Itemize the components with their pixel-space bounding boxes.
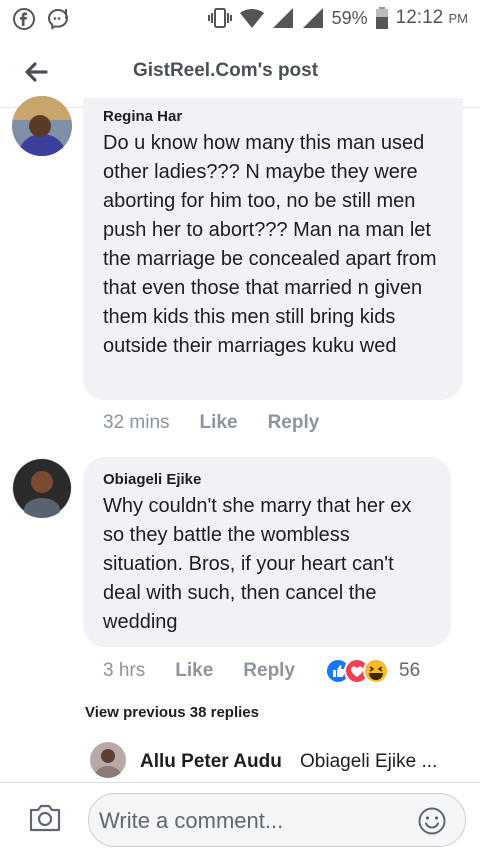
comment-text: Why couldn't she marry that her ex so th… xyxy=(103,495,412,633)
view-previous-replies-link[interactable]: View previous 38 replies xyxy=(85,704,259,721)
avatar-regina[interactable] xyxy=(12,96,72,156)
battery-percent: 59% xyxy=(331,7,368,28)
reply-button[interactable]: Reply xyxy=(243,660,295,682)
comment-composer: Write a comment... xyxy=(0,782,480,854)
comment-author[interactable]: Obiageli Ejike xyxy=(103,471,435,488)
comment-actions-regina: 32 mins Like Reply xyxy=(103,412,349,434)
clock: 12:12 PM xyxy=(396,7,468,29)
battery-icon xyxy=(375,7,388,29)
comment-time: 32 mins xyxy=(103,412,170,433)
camera-icon[interactable] xyxy=(28,803,62,833)
reply-preview[interactable]: Allu Peter Audu Obiageli Ejike ... xyxy=(90,742,480,782)
reply-avatar[interactable] xyxy=(90,742,126,778)
back-arrow-icon[interactable] xyxy=(20,56,52,88)
wifi-icon xyxy=(239,9,264,28)
reply-button[interactable]: Reply xyxy=(268,412,320,434)
comment-input-placeholder: Write a comment... xyxy=(99,808,284,833)
reply-author[interactable]: Allu Peter Audu xyxy=(140,751,282,773)
comment-input[interactable]: Write a comment... xyxy=(88,793,466,847)
clock-ampm: PM xyxy=(448,11,469,26)
like-button[interactable]: Like xyxy=(200,412,238,434)
comment-author[interactable]: Regina Har xyxy=(103,108,451,125)
comment-actions-obiageli: 3 hrs Like Reply 56 xyxy=(103,658,420,684)
page-title: GistReel.Com's post xyxy=(133,60,319,81)
emoji-icon[interactable] xyxy=(417,806,447,836)
reply-text: Obiageli Ejike ... xyxy=(300,751,438,772)
comment-time: 3 hrs xyxy=(103,660,146,681)
reaction-icons xyxy=(325,658,390,684)
status-bar: 59% 12:12 PM xyxy=(0,0,480,36)
avatar-obiageli[interactable] xyxy=(12,458,72,518)
comment-bubble-regina[interactable]: Regina Har Do u know how many this man u… xyxy=(83,98,463,400)
signal-icon xyxy=(272,8,293,28)
reaction-count: 56 xyxy=(399,660,421,681)
like-button[interactable]: Like xyxy=(175,660,213,682)
comment-bubble-obiageli[interactable]: Obiageli Ejike Why couldn't she marry th… xyxy=(83,457,451,647)
vibrate-icon xyxy=(207,8,232,28)
comment-text: Do u know how many this man used other l… xyxy=(103,132,437,357)
messenger-icon xyxy=(47,8,69,30)
facebook-icon xyxy=(13,8,35,30)
reactions[interactable] xyxy=(325,658,391,684)
signal-icon-2 xyxy=(302,8,323,28)
clock-time: 12:12 xyxy=(395,7,444,28)
